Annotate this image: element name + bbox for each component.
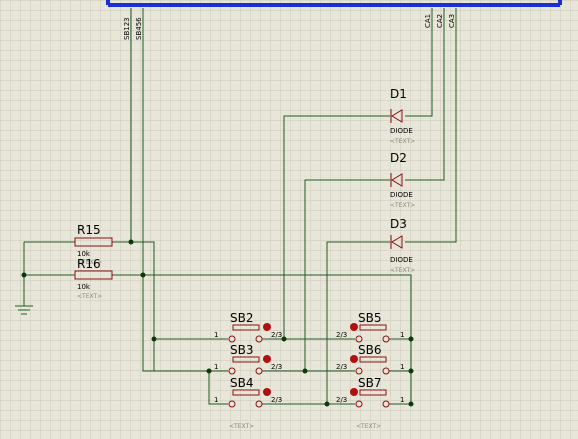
button-ref: SB6	[358, 343, 381, 357]
contact-icon	[382, 335, 390, 343]
contact-icon	[255, 400, 263, 408]
diode-ref: D2	[390, 151, 407, 165]
contact-icon	[255, 367, 263, 375]
contact-icon	[355, 367, 363, 375]
contact-icon	[228, 400, 236, 408]
resistor-text: <TEXT>	[77, 293, 102, 300]
resistor-ref: R16	[77, 257, 101, 271]
pin-dot-icon	[263, 323, 271, 331]
net-label-ca1: CA1	[424, 14, 432, 28]
contact-icon	[255, 335, 263, 343]
net-label-ca3: CA3	[448, 14, 456, 28]
pin-dot-icon	[350, 388, 358, 396]
resistor-value: 10k	[77, 283, 91, 291]
button-ref: SB3	[230, 343, 253, 357]
pin-label: 2/3	[336, 396, 347, 404]
diode-text: <TEXT>	[390, 202, 415, 209]
button-ref: SB5	[358, 311, 381, 325]
pin-label: 1	[400, 331, 404, 339]
contact-icon	[355, 335, 363, 343]
button-ref: SB2	[230, 311, 253, 325]
diode-text: <TEXT>	[390, 138, 415, 145]
pin-label: 1	[214, 363, 218, 371]
pin-dot-icon	[350, 355, 358, 363]
pin-label: 1	[400, 363, 404, 371]
pin-label: 1	[214, 331, 218, 339]
net-label-sb456: SB456	[135, 17, 143, 40]
button-ref: SB4	[230, 376, 253, 390]
bottom-text-left: <TEXT>	[229, 423, 254, 430]
net-label-sb123: SB123	[123, 17, 131, 40]
pin-label: 2/3	[336, 331, 347, 339]
diode-value: DIODE	[390, 256, 413, 264]
diode-value: DIODE	[390, 127, 413, 135]
pin-label: 1	[400, 396, 404, 404]
diode-text: <TEXT>	[390, 267, 415, 274]
pin-dot-icon	[263, 355, 271, 363]
bottom-text-right: <TEXT>	[356, 423, 381, 430]
resistor-ref: R15	[77, 223, 101, 237]
pin-label: 2/3	[271, 396, 282, 404]
contact-icon	[355, 400, 363, 408]
contact-icon	[382, 400, 390, 408]
pin-dot-icon	[263, 388, 271, 396]
diode-ref: D1	[390, 87, 407, 101]
schematic-canvas[interactable]: SB123 SB456 CA1 CA2 CA3 D1 DIODE <TEXT> …	[0, 0, 578, 439]
pin-label: 2/3	[271, 331, 282, 339]
pin-label: 2/3	[336, 363, 347, 371]
net-label-ca2: CA2	[436, 14, 444, 28]
diode-value: DIODE	[390, 191, 413, 199]
button-ref: SB7	[358, 376, 381, 390]
grid-background	[0, 0, 578, 439]
contact-icon	[228, 335, 236, 343]
pin-label: 2/3	[271, 363, 282, 371]
diode-ref: D3	[390, 217, 407, 231]
pin-label: 1	[214, 396, 218, 404]
contact-icon	[228, 367, 236, 375]
pin-dot-icon	[350, 323, 358, 331]
contact-icon	[382, 367, 390, 375]
